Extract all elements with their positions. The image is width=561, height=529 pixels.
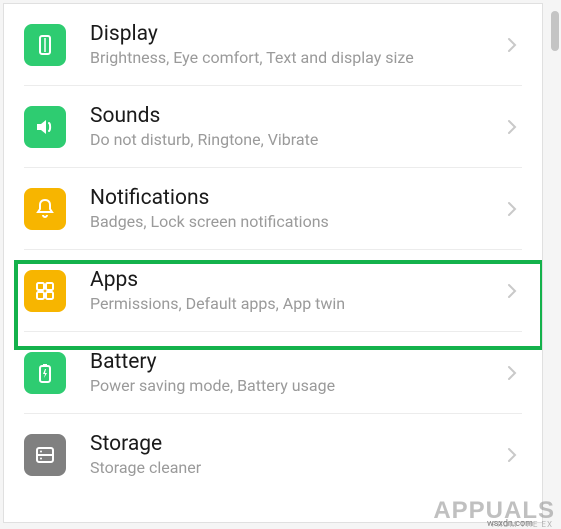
- settings-item-notifications[interactable]: Notifications Badges, Lock screen notifi…: [24, 168, 522, 250]
- settings-item-subtitle: Power saving mode, Battery usage: [90, 376, 502, 395]
- settings-item-title: Battery: [90, 350, 502, 374]
- settings-screen: Display Brightness, Eye comfort, Text an…: [3, 3, 543, 523]
- attribution-text: wsxdn.com: [487, 519, 533, 529]
- settings-item-text: Storage Storage cleaner: [90, 432, 502, 477]
- settings-item-title: Storage: [90, 432, 502, 456]
- settings-item-text: Apps Permissions, Default apps, App twin: [90, 268, 502, 313]
- settings-item-storage[interactable]: Storage Storage cleaner: [24, 414, 522, 495]
- chevron-right-icon: [502, 119, 522, 135]
- chevron-right-icon: [502, 365, 522, 381]
- settings-item-title: Sounds: [90, 104, 502, 128]
- scrollbar-thumb[interactable]: [551, 11, 559, 51]
- settings-item-title: Notifications: [90, 186, 502, 210]
- chevron-right-icon: [502, 37, 522, 53]
- settings-item-text: Sounds Do not disturb, Ringtone, Vibrate: [90, 104, 502, 149]
- settings-list: Display Brightness, Eye comfort, Text an…: [4, 4, 542, 495]
- notifications-icon: [24, 188, 66, 230]
- scrollbar[interactable]: [551, 11, 559, 519]
- settings-item-sounds[interactable]: Sounds Do not disturb, Ringtone, Vibrate: [24, 86, 522, 168]
- settings-item-title: Apps: [90, 268, 502, 292]
- settings-item-text: Battery Power saving mode, Battery usage: [90, 350, 502, 395]
- chevron-right-icon: [502, 283, 522, 299]
- storage-icon: [24, 434, 66, 476]
- settings-item-subtitle: Badges, Lock screen notifications: [90, 212, 502, 231]
- settings-item-subtitle: Storage cleaner: [90, 458, 502, 477]
- settings-item-apps[interactable]: Apps Permissions, Default apps, App twin: [24, 250, 522, 332]
- battery-icon: [24, 352, 66, 394]
- settings-item-subtitle: Brightness, Eye comfort, Text and displa…: [90, 48, 502, 67]
- sounds-icon: [24, 106, 66, 148]
- settings-item-subtitle: Permissions, Default apps, App twin: [90, 294, 502, 313]
- settings-item-display[interactable]: Display Brightness, Eye comfort, Text an…: [24, 4, 522, 86]
- chevron-right-icon: [502, 447, 522, 463]
- settings-item-subtitle: Do not disturb, Ringtone, Vibrate: [90, 130, 502, 149]
- chevron-right-icon: [502, 201, 522, 217]
- settings-item-battery[interactable]: Battery Power saving mode, Battery usage: [24, 332, 522, 414]
- settings-item-text: Display Brightness, Eye comfort, Text an…: [90, 22, 502, 67]
- display-icon: [24, 24, 66, 66]
- settings-item-text: Notifications Badges, Lock screen notifi…: [90, 186, 502, 231]
- apps-icon: [24, 270, 66, 312]
- settings-item-title: Display: [90, 22, 502, 46]
